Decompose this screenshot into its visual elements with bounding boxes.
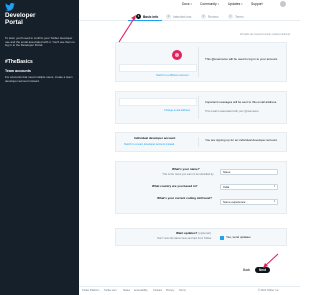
switch-account-link[interactable]: Switch to a different account [156, 74, 189, 78]
updates-card: Want updates? (optional) Don't miss the … [115, 228, 287, 246]
chevron-down-icon: ▾ [217, 3, 219, 6]
nav-docs[interactable]: Docs ▾ [182, 2, 192, 6]
back-button[interactable]: Back [240, 267, 253, 273]
card-divider [198, 137, 199, 147]
step-terms: 4 Terms [228, 14, 244, 19]
footer-link-terms[interactable]: Terms [179, 289, 186, 292]
footer-copyright: © 2021 Twitter, Inc. [258, 289, 280, 292]
step-intended-use: 2 Intended use [166, 14, 192, 19]
individual-account-title: Individual developer account [134, 136, 176, 140]
chevron-down-icon: ▾ [190, 3, 192, 6]
brand-title: Developer Portal [5, 12, 75, 26]
step-basic-info: 1 Basic info [136, 14, 159, 19]
team-accounts-heading: Team accounts [5, 69, 31, 73]
twitter-bird-icon[interactable] [5, 3, 15, 11]
email-placeholder [119, 98, 197, 106]
team-accounts-text[interactable]: For accounts that need multiple users, c… [5, 75, 77, 83]
email-card: Change email address Important messages … [115, 91, 287, 124]
step-review: 3 Review [201, 14, 219, 19]
individual-account-card: Individual developer account Switch to a… [115, 132, 287, 152]
username-placeholder [119, 64, 197, 72]
hashtag-heading: #TheBasics [5, 59, 33, 65]
footer-link-privacy[interactable]: Privacy [166, 289, 174, 292]
sidebar: Developer Portal To start, you'll need t… [0, 0, 79, 295]
profile-form-card: What's your name? This is the name you w… [115, 161, 287, 214]
updates-label: Want updates? (optional) [176, 231, 211, 235]
name-input[interactable]: Steve [220, 169, 278, 175]
footer-link-status[interactable]: Status [123, 289, 130, 292]
footer-link-twitter[interactable]: Twitter.com [104, 289, 117, 292]
updates-checkbox-label: Yes, send updates [226, 235, 251, 239]
brand-line1: Developer [5, 12, 36, 19]
email-note: This email is associated with your @user… [205, 110, 260, 113]
name-hint: This is the name you want to be identifi… [162, 173, 214, 176]
footer-link-accessibility[interactable]: Accessibility [134, 289, 148, 292]
arrow-to-next [264, 253, 279, 267]
updates-checkbox[interactable] [220, 236, 224, 240]
email-description: Important messages will be sent to this … [205, 100, 278, 104]
footer-link-platform[interactable]: Twitter Platform [82, 289, 99, 292]
updates-hint: Don't miss the latest news and tips from… [157, 237, 212, 240]
nav-support[interactable]: Support [251, 2, 263, 6]
intro-text: To start, you'll need to confirm your Tw… [5, 36, 75, 48]
name-label: What's your name? [172, 167, 200, 171]
required-fields-note: All fields are required unless marked op… [240, 33, 290, 36]
footer-link-cookies[interactable]: Cookies [153, 289, 162, 292]
coding-skill-select[interactable]: Some experience ▾ [220, 199, 278, 205]
country-label: What country are you based in? [152, 184, 198, 188]
brand-line2: Portal [5, 19, 23, 26]
account-avatar[interactable] [280, 1, 286, 7]
nav-updates[interactable]: Updates ▾ [228, 2, 243, 6]
active-step-indicator [128, 20, 162, 21]
account-description: This @username will be used to log in to… [205, 57, 278, 61]
switch-team-link[interactable]: Switch to a team developer account inste… [124, 143, 174, 147]
card-divider [198, 47, 199, 77]
profile-avatar [172, 50, 182, 60]
nav-community[interactable]: Community ▾ [200, 2, 219, 6]
chevron-down-icon: ▾ [273, 185, 275, 188]
next-button[interactable]: Next [255, 267, 270, 273]
card-divider [198, 96, 199, 119]
country-select[interactable]: India ▾ [220, 184, 278, 190]
account-card: Switch to a different account This @user… [115, 42, 287, 82]
coding-skill-label: What's your current coding skill level? [157, 196, 212, 200]
chevron-down-icon: ▾ [273, 200, 275, 203]
change-email-link[interactable]: Change email address [164, 109, 190, 113]
chevron-down-icon: ▾ [241, 3, 243, 6]
individual-account-description: You are signing up for an individual dev… [205, 138, 278, 142]
